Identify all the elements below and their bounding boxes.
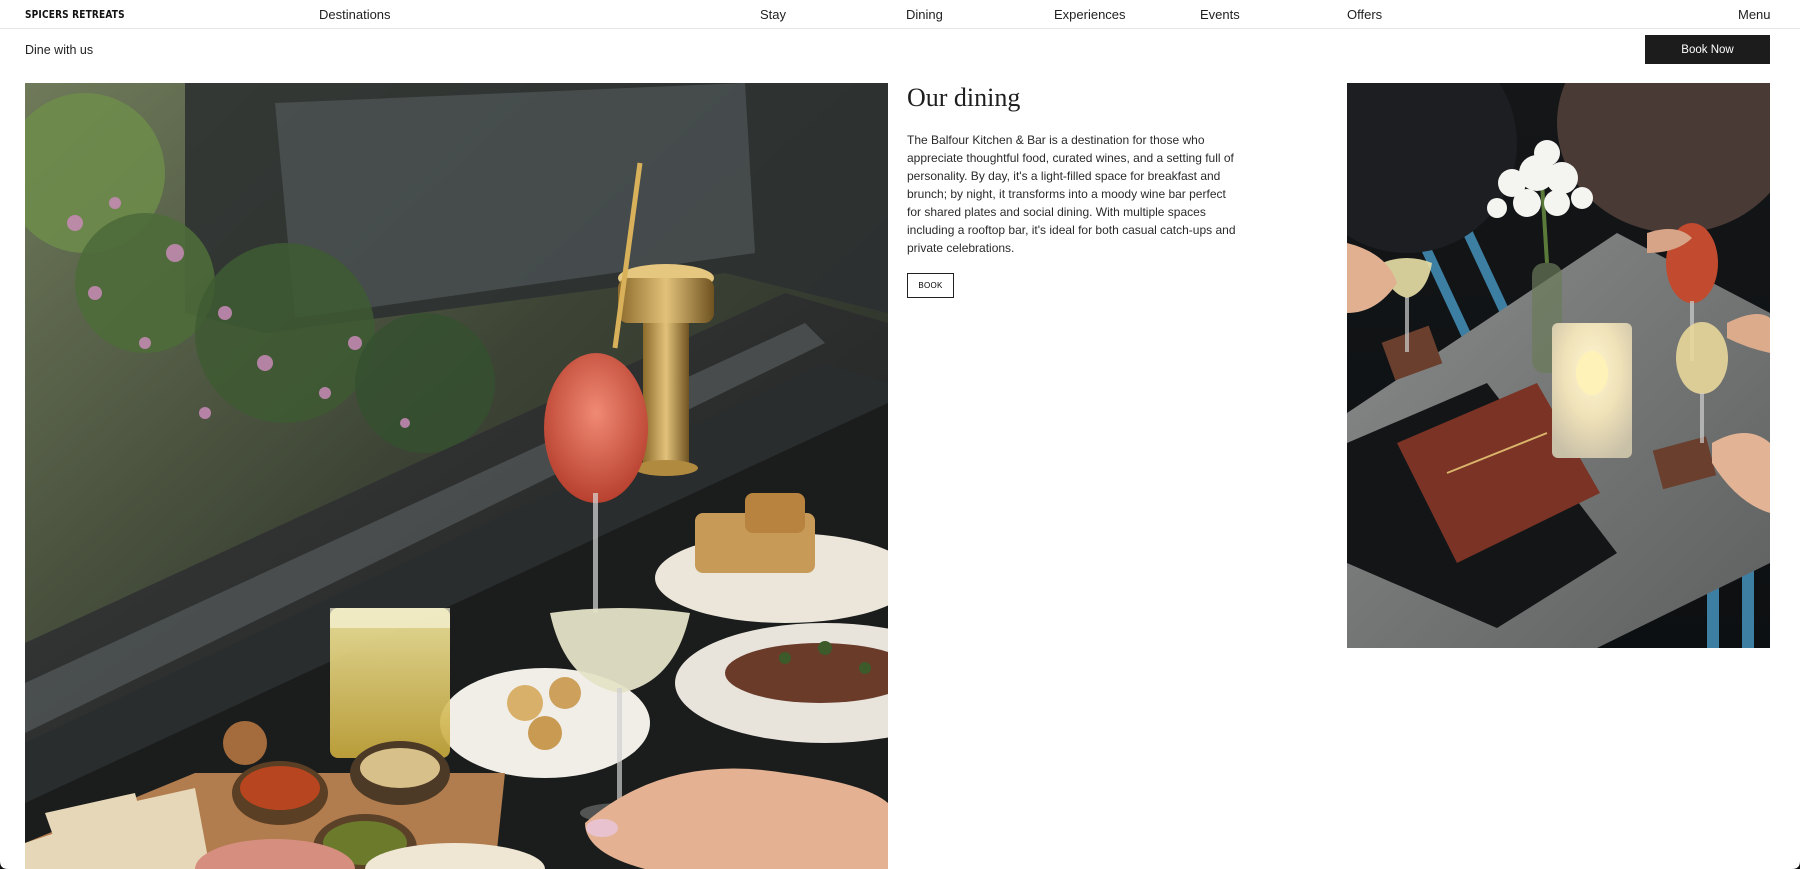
nav-offers[interactable]: Offers (1347, 7, 1382, 22)
nav-stay[interactable]: Stay (760, 7, 786, 22)
brand-logo[interactable]: SPICERS RETREATS (25, 8, 125, 21)
window-corner-right (1792, 861, 1800, 869)
dining-heading: Our dining (907, 83, 1021, 112)
dining-table-photo (1347, 83, 1770, 648)
nav-experiences[interactable]: Experiences (1054, 7, 1126, 22)
window-corner-left (0, 861, 8, 869)
section-subbar: Dine with us Book Now (0, 29, 1800, 83)
dining-info: Our dining The Balfour Kitchen & Bar is … (907, 83, 1237, 298)
nav-dining[interactable]: Dining (906, 7, 943, 22)
dining-description: The Balfour Kitchen & Bar is a destinati… (907, 133, 1236, 255)
section-title: Dine with us (25, 43, 94, 57)
nav-destinations[interactable]: Destinations (319, 7, 391, 22)
book-now-button[interactable]: Book Now (1645, 35, 1770, 64)
top-navigation: SPICERS RETREATS Destinations Stay Dinin… (0, 0, 1800, 29)
menu-button[interactable]: Menu (1738, 7, 1771, 22)
dining-hero-photo (25, 83, 888, 869)
book-button[interactable]: BOOK (907, 273, 954, 298)
nav-events[interactable]: Events (1200, 7, 1240, 22)
